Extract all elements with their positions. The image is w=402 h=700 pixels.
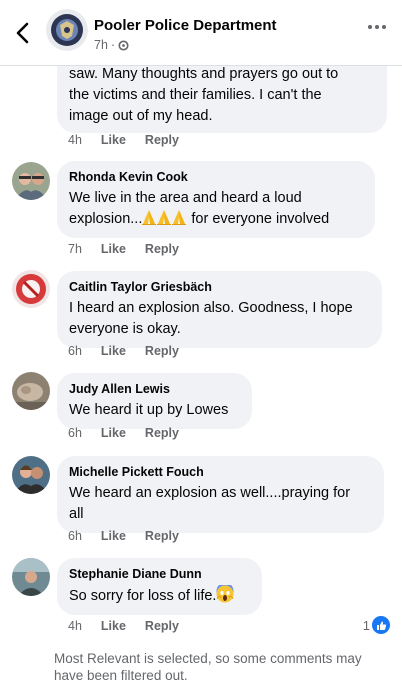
comment-text-part: for everyone involved [187,211,330,227]
comment-text-line: So sorry for loss of life. [69,585,250,607]
comment-time[interactable]: 6h [68,344,82,358]
comment-author[interactable]: Stephanie Diane Dunn [69,566,250,582]
reply-button[interactable]: Reply [145,242,179,256]
comment-actions: 6h Like Reply [68,344,179,358]
avatar[interactable] [12,270,50,308]
comment-text-part: explosion... [69,211,143,227]
like-button[interactable]: Like [101,344,126,358]
reaction-count[interactable]: 1 [363,616,390,634]
comment-time[interactable]: 7h [68,242,82,256]
comment-text-line: explosion... for everyone involved [69,209,363,230]
comment-bubble: Caitlin Taylor Griesbäch I heard an expl… [57,271,382,348]
comment-time[interactable]: 4h [68,619,82,633]
comment-text: We heard it up by Lowes [69,402,229,418]
comment-text-line: image out of my head. [69,108,213,124]
thumbs-up-icon [372,616,390,634]
filter-notice: Most Relevant is selected, so some comme… [54,651,362,683]
page-avatar[interactable] [46,9,88,51]
comment-actions: 7h Like Reply [68,242,179,256]
reply-button[interactable]: Reply [145,426,179,440]
like-button[interactable]: Like [101,242,126,256]
comment-actions: 4h Like Reply [68,619,179,633]
more-options-icon[interactable] [367,22,387,32]
like-button[interactable]: Like [101,133,126,147]
comment-text: So sorry for loss of life. [69,588,217,604]
comment-bubble: Stephanie Diane Dunn So sorry for loss o… [57,558,262,615]
face-screaming-emoji [216,585,234,603]
comment-time[interactable]: 6h [68,426,82,440]
comment-author[interactable]: Rhonda Kevin Cook [69,169,363,185]
reply-button[interactable]: Reply [145,133,179,147]
comment-bubble: Michelle Pickett Fouch We heard an explo… [57,456,384,533]
avatar[interactable] [12,372,50,410]
post-time[interactable]: 7h [94,38,108,52]
page-name[interactable]: Pooler Police Department [94,17,277,34]
comment-text-line: We live in the area and heard a loud [69,190,302,206]
comment-actions: 6h Like Reply [68,529,179,543]
comment-actions: 6h Like Reply [68,426,179,440]
reply-button[interactable]: Reply [145,529,179,543]
comment-time[interactable]: 6h [68,529,82,543]
comment-text-line: everyone is okay. [69,321,181,337]
comment-time[interactable]: 4h [68,133,82,147]
comment-bubble: Rhonda Kevin Cook We live in the area an… [57,161,375,238]
back-arrow-icon[interactable] [12,20,34,46]
meta-separator: · [110,38,116,52]
avatar[interactable] [12,558,50,596]
comment-text-line: the victims and their families. I can't … [69,87,322,103]
post-header: Pooler Police Department 7h · [0,0,402,66]
avatar[interactable] [12,162,50,200]
avatar[interactable] [12,456,50,494]
reaction-number: 1 [362,617,370,633]
comment-bubble: Judy Allen Lewis We heard it up by Lowes [57,373,252,429]
reply-button[interactable]: Reply [145,619,179,633]
comment-actions: 4h Like Reply [68,133,179,147]
comment-author[interactable]: Judy Allen Lewis [69,381,240,397]
comment-text-line: We heard an explosion as well....praying… [69,485,351,501]
comment-text-line: saw. Many thoughts and prayers go out to [69,66,339,82]
comment-author[interactable]: Michelle Pickett Fouch [69,464,372,480]
comment-author[interactable]: Caitlin Taylor Griesbäch [69,279,370,295]
like-button[interactable]: Like [101,529,126,543]
comment-text-line: all [69,506,84,522]
like-button[interactable]: Like [101,426,126,440]
reply-button[interactable]: Reply [145,344,179,358]
settings-icon [118,39,129,51]
folded-hands-emoji [142,210,187,227]
post-meta: 7h · [94,38,129,52]
like-button[interactable]: Like [101,619,126,633]
comment-text-line: I heard an explosion also. Goodness, I h… [69,300,353,316]
